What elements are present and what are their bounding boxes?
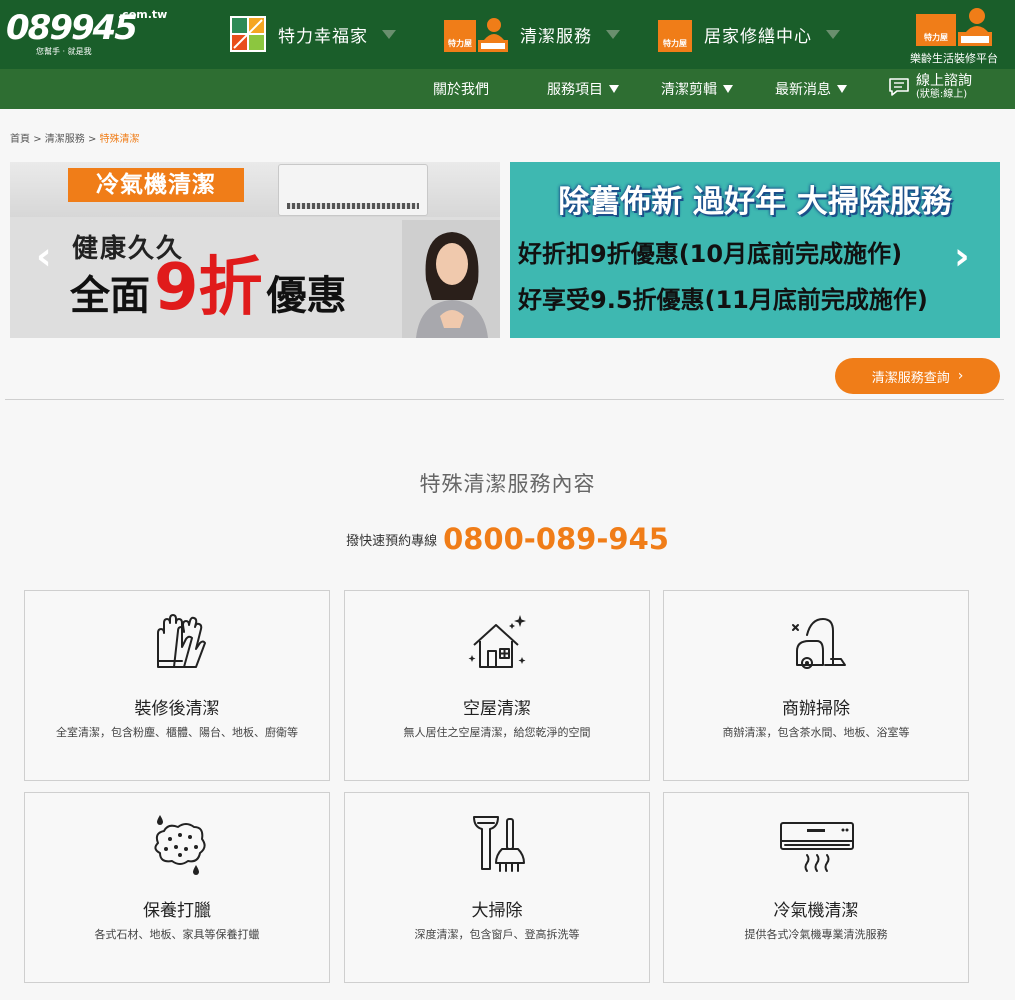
service-card-waxing[interactable]: 保養打臘 各式石材、地板、家具等保養打蠟 bbox=[24, 792, 330, 983]
breadcrumb: 首頁 > 清潔服務 > 特殊清潔 bbox=[10, 130, 140, 145]
chat-status: (狀態:線上) bbox=[916, 89, 968, 100]
breadcrumb-separator: > bbox=[33, 134, 42, 145]
banner-title: 除舊佈新 過好年 大掃除服務 bbox=[558, 184, 952, 220]
card-description: 深度清潔，包含窗戶、登高拆洗等 bbox=[414, 928, 580, 941]
discount-value: 9折 bbox=[154, 251, 263, 325]
service-card-office-cleaning[interactable]: 商辦掃除 商辦清潔，包含茶水間、地板、浴室等 bbox=[663, 590, 969, 781]
hotline-number[interactable]: 0800-089-945 bbox=[443, 522, 669, 556]
caret-down-icon bbox=[837, 85, 847, 93]
discount-prefix: 全面 bbox=[70, 273, 150, 319]
chat-title: 線上諮詢 bbox=[916, 73, 972, 89]
card-title: 保養打臘 bbox=[143, 901, 211, 921]
section-divider bbox=[5, 399, 1004, 400]
hotline: 撥快速預約專線 0800-089-945 bbox=[0, 522, 1015, 556]
card-title: 裝修後清潔 bbox=[134, 699, 220, 719]
breadcrumb-separator: > bbox=[87, 134, 97, 145]
senior-living-label: 樂齡生活裝修平台 bbox=[910, 52, 998, 65]
card-title: 空屋清潔 bbox=[463, 699, 531, 719]
card-title: 冷氣機清潔 bbox=[773, 901, 859, 921]
breadcrumb-current: 特殊清潔 bbox=[99, 134, 140, 145]
brand-cleaning[interactable]: 特力屋 清潔服務 bbox=[444, 14, 620, 54]
main-nav: 關於我們 服務項目 清潔剪輯 最新消息 線上諮詢 (狀態:線上) bbox=[0, 69, 1015, 109]
nav-item-cleaning-clips[interactable]: 清潔剪輯 bbox=[661, 79, 733, 99]
plunger-brush-icon bbox=[473, 816, 525, 872]
happy-home-logo-icon bbox=[230, 16, 266, 52]
brand-label: 特力幸福家 bbox=[278, 26, 368, 47]
chevron-down-icon bbox=[606, 29, 620, 39]
nav-item-about[interactable]: 關於我們 bbox=[433, 79, 489, 99]
air-conditioner-image bbox=[278, 164, 428, 216]
senior-living-brand[interactable]: 特力屋 樂齡生活裝修平台 bbox=[898, 4, 1010, 66]
section-title: 特殊清潔服務內容 bbox=[419, 472, 596, 496]
top-header: 089945 .com.tw 您幫手 · 就是我 特力幸福家 特力屋 清潔服務 … bbox=[0, 0, 1015, 69]
logo-number: 089945 bbox=[6, 8, 138, 48]
nav-item-services[interactable]: 服務項目 bbox=[547, 79, 619, 99]
service-card-ac-cleaning[interactable]: 冷氣機清潔 提供各式冷氣機專業清洗服務 bbox=[663, 792, 969, 983]
service-card-deep-cleaning[interactable]: 大掃除 深度清潔，包含窗戶、登高拆洗等 bbox=[344, 792, 650, 983]
ac-cleaning-label: 冷氣機清潔 bbox=[68, 168, 244, 202]
carousel-next-arrow[interactable]: › bbox=[954, 234, 970, 278]
nav-item-news[interactable]: 最新消息 bbox=[775, 79, 847, 99]
tlw-logo-icon: 特力屋 bbox=[658, 16, 692, 52]
chevron-down-icon bbox=[826, 29, 840, 39]
brand-badge: 特力屋 bbox=[916, 14, 956, 46]
card-title: 大掃除 bbox=[471, 901, 523, 921]
banner-slide-new-year-cleaning[interactable]: 除舊佈新 過好年 大掃除服務 好折扣9折優惠(10月底前完成施作) 好享受9.5… bbox=[510, 162, 1000, 338]
caret-down-icon bbox=[723, 85, 733, 93]
card-description: 無人居住之空屋清潔，給您乾淨的空間 bbox=[403, 726, 591, 739]
vacuum-icon bbox=[792, 618, 846, 669]
banner-offer-2: 好享受9.5折優惠(11月底前完成施作) bbox=[518, 286, 928, 314]
woman-photo bbox=[402, 220, 500, 338]
brand-happy-home[interactable]: 特力幸福家 bbox=[230, 14, 396, 54]
tlw-helper-logo-icon: 特力屋 bbox=[444, 16, 508, 52]
chevron-down-icon bbox=[382, 29, 396, 39]
carousel-prev-arrow[interactable]: ‹ bbox=[36, 234, 52, 278]
card-description: 全室清潔，包含粉塵、櫃體、陽台、地板、廚衛等 bbox=[56, 726, 298, 739]
card-title: 商辦掃除 bbox=[782, 699, 850, 719]
hotline-label: 撥快速預約專線 bbox=[346, 533, 438, 549]
banner-offer-1: 好折扣9折優惠(10月底前完成施作) bbox=[518, 240, 903, 268]
caret-down-icon bbox=[609, 85, 619, 93]
nav-label: 關於我們 bbox=[433, 82, 489, 98]
service-card-post-renovation[interactable]: 裝修後清潔 全室清潔，包含粉塵、櫃體、陽台、地板、廚衛等 bbox=[24, 590, 330, 781]
card-description: 商辦清潔，包含茶水間、地板、浴室等 bbox=[722, 726, 910, 739]
online-chat-button[interactable]: 線上諮詢 (狀態:線上) bbox=[888, 74, 972, 100]
cleaning-service-query-button[interactable]: 清潔服務查詢 › bbox=[835, 358, 1000, 394]
brand-label: 清潔服務 bbox=[520, 26, 592, 47]
tlw-helper-logo-icon: 特力屋 bbox=[916, 6, 992, 46]
brand-badge: 特力屋 bbox=[658, 20, 692, 52]
logo-tagline: 您幫手 · 就是我 bbox=[36, 47, 92, 56]
banner-slide-ac-cleaning[interactable]: 冷氣機清潔 健康久久 全面 9折 優惠 ‹ bbox=[10, 162, 500, 338]
house-sparkle-icon bbox=[468, 615, 526, 668]
card-description: 提供各式冷氣機專業清洗服務 bbox=[744, 928, 888, 941]
promo-carousel[interactable]: 冷氣機清潔 健康久久 全面 9折 優惠 ‹ 除舊佈新 過好年 大掃除服務 好折扣… bbox=[10, 162, 1000, 338]
discount-suffix: 優惠 bbox=[266, 273, 347, 319]
chevron-right-icon: › bbox=[957, 368, 964, 384]
brand-repair-center[interactable]: 特力屋 居家修繕中心 bbox=[658, 14, 840, 54]
card-description: 各式石材、地板、家具等保養打蠟 bbox=[94, 928, 260, 941]
service-card-vacant-house[interactable]: 空屋清潔 無人居住之空屋清潔，給您乾淨的空間 bbox=[344, 590, 650, 781]
sponge-icon bbox=[154, 815, 206, 875]
query-button-label: 清潔服務查詢 bbox=[871, 370, 950, 386]
nav-label: 清潔剪輯 bbox=[661, 82, 717, 98]
breadcrumb-cleaning-services[interactable]: 清潔服務 bbox=[45, 134, 85, 145]
banner-discount: 全面 9折 優惠 bbox=[70, 256, 347, 321]
brand-badge: 特力屋 bbox=[444, 20, 476, 52]
site-logo[interactable]: 089945 .com.tw 您幫手 · 就是我 bbox=[6, 6, 168, 58]
nav-label: 服務項目 bbox=[547, 82, 603, 98]
nav-label: 最新消息 bbox=[775, 82, 831, 98]
air-conditioner-icon bbox=[780, 822, 854, 872]
logo-domain: .com.tw bbox=[118, 8, 168, 21]
breadcrumb-home[interactable]: 首頁 bbox=[10, 134, 30, 145]
chat-bubble-icon bbox=[889, 78, 909, 96]
gloves-icon bbox=[157, 614, 206, 668]
brand-label: 居家修繕中心 bbox=[704, 26, 812, 47]
